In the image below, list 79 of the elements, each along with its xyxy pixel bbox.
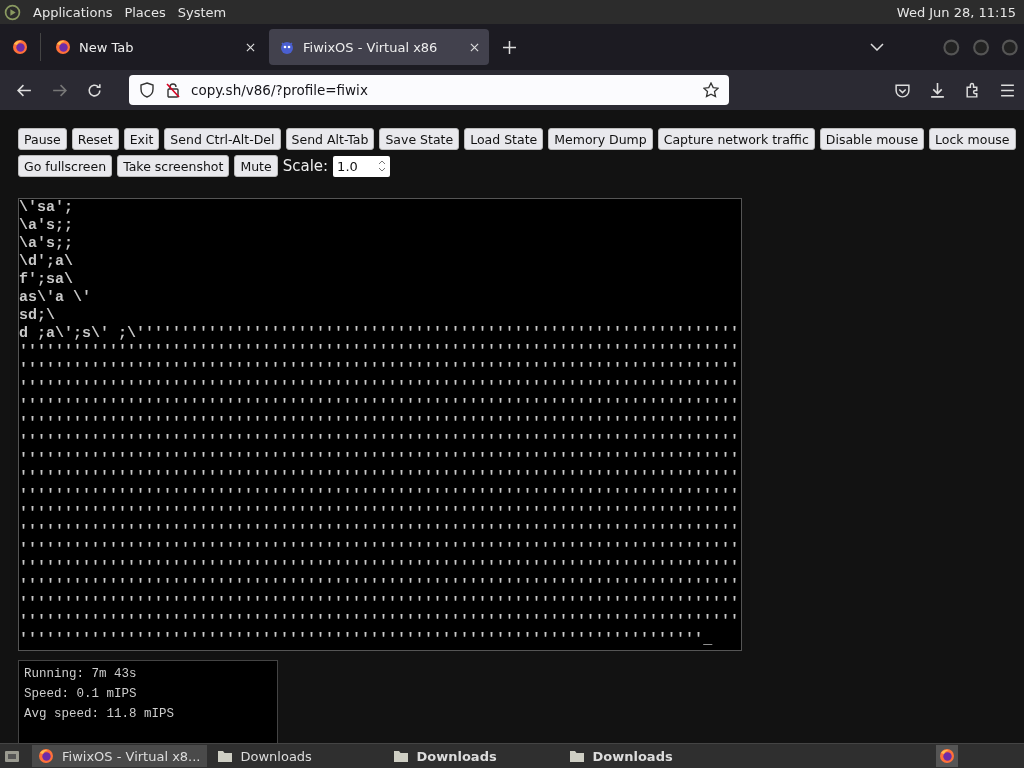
- new-tab-icon[interactable]: [503, 40, 516, 54]
- terminal-line: '''''''''''''''''''''''''''''''''''''''''''''''''''''''''''''''''''''''''''''''': [19, 397, 741, 415]
- stats-line: Speed: 0.1 mIPS: [24, 686, 138, 703]
- terminal-screen[interactable]: [18, 198, 742, 651]
- folder-icon: [568, 749, 585, 763]
- browser-tab[interactable]: FiwixOS - Virtual x86: [269, 29, 489, 65]
- terminal-line: '''''''''''''''''''''''''''''''''''''''''''''''''''''''''''''''''''''''''''''''': [19, 505, 741, 523]
- download-icon[interactable]: [929, 81, 946, 99]
- taskbar-item[interactable]: Downloads: [210, 745, 383, 767]
- terminal-line: '''''''''''''''''''''''''''''''''''''''''''''''''''''''''''''''''''''''''''''''': [19, 523, 741, 541]
- panel-menu[interactable]: Places: [124, 4, 166, 20]
- terminal-line: \d';a\: [19, 253, 74, 271]
- toolbar-button[interactable]: Mute: [234, 155, 278, 177]
- stats-line: Running: 7m 43s: [24, 666, 138, 683]
- toolbar-button[interactable]: Save State: [379, 128, 460, 150]
- terminal-line: \a's;;: [19, 235, 74, 253]
- address-bar[interactable]: copy.sh/v86/?profile=fiwix: [129, 75, 729, 105]
- terminal-line: \'sa';: [19, 199, 74, 217]
- toolbar-button[interactable]: Load State: [464, 128, 544, 150]
- close-icon[interactable]: [246, 42, 255, 52]
- terminal-line: '''''''''''''''''''''''''''''''''''''''''''''''''''''''''''''''''''''''''''''''': [19, 613, 741, 631]
- terminal-line: '''''''''''''''''''''''''''''''''''''''''''''''''''''''''''''''''''''''''''''''': [19, 577, 741, 595]
- firefox-icon: [55, 39, 71, 55]
- terminal-line: '''''''''''''''''''''''''''''''''''''''''''''''''''''''''''''''''''''''''''''''': [19, 433, 741, 451]
- toolbar-button[interactable]: Send Alt-Tab: [285, 128, 375, 150]
- scale-label: Scale:: [282, 157, 329, 175]
- terminal-line: '''''''''''''''''''''''''''''''''''''''''''''''''''''''''''''''''''''''''''''''': [19, 361, 741, 379]
- firefox-icon: [38, 748, 54, 764]
- show-desktop-icon[interactable]: [4, 749, 20, 763]
- taskbar-item[interactable]: Downloads: [386, 745, 559, 767]
- terminal-line: '''''''''''''''''''''''''''''''''''''''''''''''''''''''''''''''''''''''''''''''': [19, 415, 741, 433]
- terminal-line: ''''''''''''''''''''''''''''''''''''''''''''''''''''''''''''''''''''''''''''_: [19, 631, 714, 649]
- toolbar-button[interactable]: Take screenshot: [117, 155, 230, 177]
- toolbar-button[interactable]: Go fullscreen: [18, 155, 113, 177]
- close-icon[interactable]: [470, 42, 479, 52]
- menu-logo-icon[interactable]: [4, 3, 21, 21]
- toolbar-button[interactable]: Lock mouse: [929, 128, 1016, 150]
- terminal-line: d ;a\';s\' ;\''''''''''''''''''''''''''''''''''''''''''''''''''''''''''''''''''': [19, 325, 741, 343]
- terminal-line: '''''''''''''''''''''''''''''''''''''''''''''''''''''''''''''''''''''''''''''''': [19, 487, 741, 505]
- folder-icon: [216, 749, 233, 763]
- reload-icon[interactable]: [86, 81, 103, 99]
- browser-logo-icon: [12, 39, 28, 55]
- toolbar-button[interactable]: Send Ctrl-Alt-Del: [164, 128, 281, 150]
- toolbar-button[interactable]: Disable mouse: [819, 128, 925, 150]
- clock[interactable]: Wed Jun 28, 11:15: [896, 4, 1020, 20]
- panel-menu[interactable]: System: [177, 4, 227, 20]
- blob-icon: [279, 39, 295, 55]
- toolbar-button[interactable]: Memory Dump: [548, 128, 653, 150]
- terminal-line: as\'a \': [19, 289, 92, 307]
- menu-icon[interactable]: [999, 81, 1016, 99]
- toolbar-button[interactable]: Pause: [18, 128, 67, 150]
- terminal-line: '''''''''''''''''''''''''''''''''''''''''''''''''''''''''''''''''''''''''''''''': [19, 595, 741, 613]
- terminal-line: '''''''''''''''''''''''''''''''''''''''''''''''''''''''''''''''''''''''''''''''': [19, 379, 741, 397]
- folder-icon: [392, 749, 409, 763]
- taskbar-item[interactable]: FiwixOS - Virtual x8...: [32, 745, 207, 767]
- firefox-icon: [939, 748, 955, 764]
- lock-slash-icon: [165, 82, 181, 98]
- taskbar-item[interactable]: Downloads: [562, 745, 735, 767]
- terminal-line: '''''''''''''''''''''''''''''''''''''''''''''''''''''''''''''''''''''''''''''''': [19, 469, 741, 487]
- pocket-icon[interactable]: [894, 81, 911, 99]
- toolbar-button[interactable]: Exit: [123, 128, 160, 150]
- toolbar-button[interactable]: Capture network traffic: [657, 128, 815, 150]
- text-cursor: _: [703, 631, 713, 648]
- toolbar-button[interactable]: Reset: [71, 128, 119, 150]
- terminal-line: '''''''''''''''''''''''''''''''''''''''''''''''''''''''''''''''''''''''''''''''': [19, 541, 741, 559]
- terminal-line: '''''''''''''''''''''''''''''''''''''''''''''''''''''''''''''''''''''''''''''''': [19, 343, 741, 361]
- star-icon[interactable]: [703, 82, 719, 98]
- browser-tab[interactable]: New Tab: [45, 29, 265, 65]
- terminal-line: '''''''''''''''''''''''''''''''''''''''''''''''''''''''''''''''''''''''''''''''': [19, 559, 741, 577]
- scale-field[interactable]: 1.0: [333, 155, 391, 177]
- terminal-line: '''''''''''''''''''''''''''''''''''''''''''''''''''''''''''''''''''''''''''''''': [19, 451, 741, 469]
- shield-icon: [139, 82, 155, 98]
- terminal-line: \a's;;: [19, 217, 74, 235]
- chevron-down-icon[interactable]: [870, 43, 884, 51]
- spinner-arrows-icon: [378, 160, 387, 172]
- panel-menu[interactable]: Applications: [33, 4, 113, 20]
- terminal-line: sd;\: [19, 307, 56, 325]
- stats-line: Avg speed: 11.8 mIPS: [24, 706, 176, 723]
- terminal-line: f';sa\: [19, 271, 74, 289]
